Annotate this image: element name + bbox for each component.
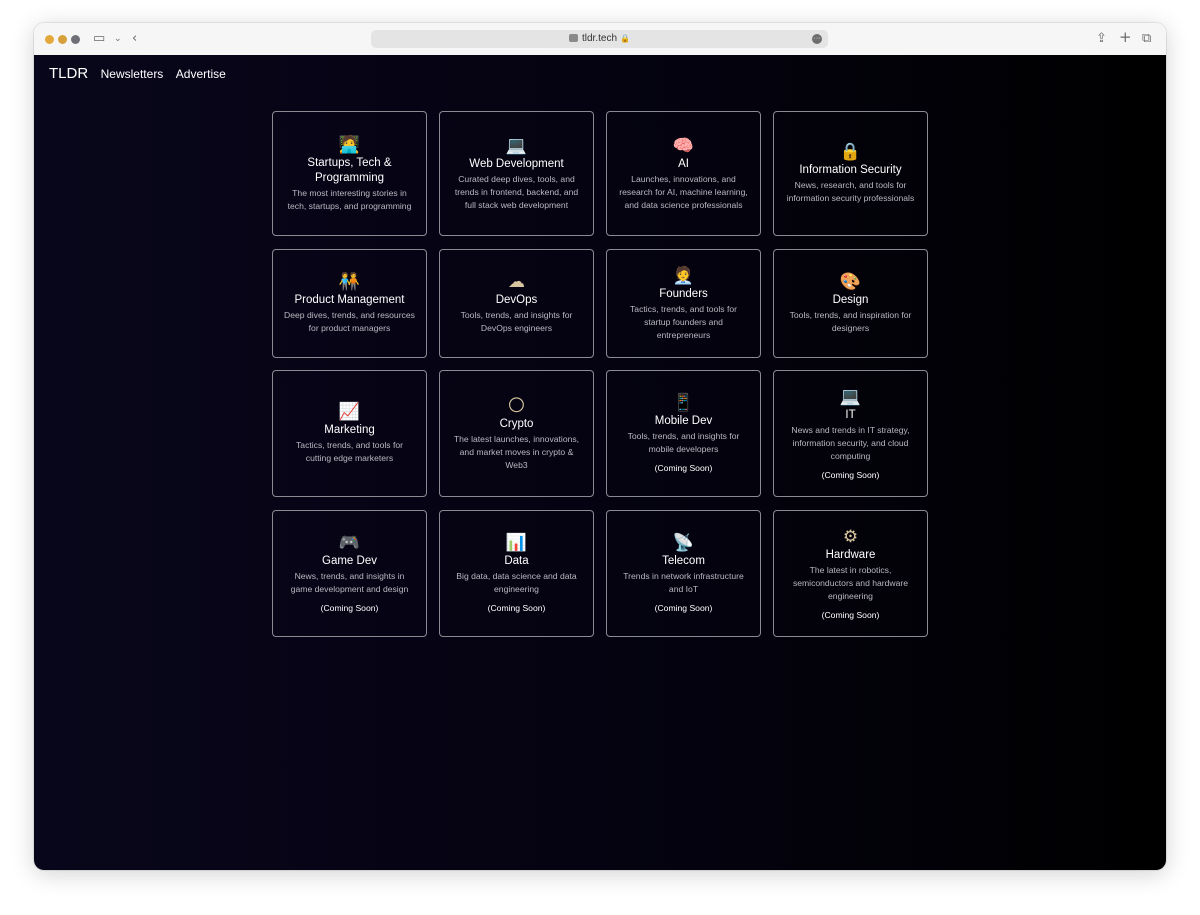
card-title: IT <box>845 408 856 421</box>
newsletter-card-crypto[interactable]: 🌕 Crypto The latest launches, innovation… <box>439 370 594 497</box>
newsletter-card-hardware[interactable]: ⚙ Hardware The latest in robotics, semic… <box>773 510 928 637</box>
card-title: Data <box>504 555 529 567</box>
card-title: Hardware <box>825 548 876 561</box>
site-favicon-icon <box>569 34 578 42</box>
card-description: Deep dives, trends, and resources for pr… <box>284 310 415 333</box>
card-description: The most interesting stories in tech, st… <box>287 187 412 211</box>
card-description: Tactics, trends, and tools for cutting e… <box>296 440 403 463</box>
back-icon[interactable]: ‹ <box>132 31 137 47</box>
nav-link-newsletters[interactable]: Newsletters <box>101 67 164 81</box>
lock-icon: 🔒 <box>620 34 630 43</box>
newsletter-card-infosec[interactable]: 🔒 Information Security News, research, a… <box>773 111 928 236</box>
brain-icon: 🧠 <box>672 135 695 156</box>
newsletter-card-it[interactable]: 💻 IT News and trends in IT strategy, inf… <box>773 370 928 497</box>
card-description: Trends in network infrastructure and IoT <box>623 571 744 594</box>
technologist-icon: 🧑‍💻 <box>338 134 361 155</box>
browser-toolbar: ▭ ⌄ ‹ tldr.tech 🔒 ··· ⇪ + ⧉ <box>34 23 1166 56</box>
card-title: Telecom <box>662 555 705 567</box>
nav-link-advertise[interactable]: Advertise <box>176 67 226 81</box>
url-text: tldr.tech <box>582 33 618 44</box>
card-title: Game Dev <box>322 555 377 567</box>
zoom-window-button[interactable] <box>71 35 80 44</box>
founder-icon: 🧑‍💼 <box>672 265 695 286</box>
browser-window: ▭ ⌄ ‹ tldr.tech 🔒 ··· ⇪ + ⧉ TLDR Newslett… <box>34 23 1166 870</box>
top-nav: TLDR Newsletters Advertise <box>49 65 234 83</box>
card-title: Product Management <box>294 294 405 306</box>
card-description: Tools, trends, and insights for DevOps e… <box>460 310 573 333</box>
card-description: News, trends, and insights in game devel… <box>290 571 409 594</box>
people-icon: 🧑‍🤝‍🧑 <box>338 272 361 292</box>
card-description: News and trends in IT strategy, informat… <box>791 424 910 461</box>
card-title: Marketing <box>324 424 375 436</box>
newsletter-card-telecom[interactable]: 📡 Telecom Trends in network infrastructu… <box>606 510 761 637</box>
page-content: TLDR Newsletters Advertise 🧑‍💻 Startups,… <box>34 55 1166 870</box>
laptop-icon: 💻 <box>505 135 528 156</box>
cloud-icon: ☁ <box>508 272 525 292</box>
newsletter-card-ai[interactable]: 🧠 AI Launches, innovations, and research… <box>606 111 761 236</box>
card-description: Launches, innovations, and research for … <box>619 173 748 210</box>
card-description: Curated deep dives, tools, and trends in… <box>454 173 579 210</box>
card-description: News, research, and tools for informatio… <box>786 180 915 203</box>
card-description: Tactics, trends, and tools for startup f… <box>630 303 737 340</box>
newsletter-card-data[interactable]: 📊 Data Big data, data science and data e… <box>439 510 594 637</box>
card-title: DevOps <box>495 294 538 306</box>
mobile-phone-icon: 📱 <box>672 393 695 413</box>
newsletter-card-marketing[interactable]: 📈 Marketing Tactics, trends, and tools f… <box>272 370 427 497</box>
card-title: Information Security <box>799 164 902 176</box>
coin-icon: 🌕 <box>507 395 526 416</box>
coming-soon-label: (Coming Soon) <box>487 603 546 613</box>
gamepad-icon: 🎮 <box>338 533 361 553</box>
newsletter-card-product-management[interactable]: 🧑‍🤝‍🧑 Product Management Deep dives, tre… <box>272 249 427 358</box>
newsletter-card-game-dev[interactable]: 🎮 Game Dev News, trends, and insights in… <box>272 510 427 637</box>
newsletter-card-startups[interactable]: 🧑‍💻 Startups, Tech & Programming The mos… <box>272 111 427 236</box>
share-icon[interactable]: ⇪ <box>1096 31 1107 47</box>
tab-overview-icon[interactable]: ⧉ <box>1142 31 1151 47</box>
desktop-icon: 💻 <box>839 386 862 407</box>
coming-soon-label: (Coming Soon) <box>654 463 713 473</box>
card-title: Mobile Dev <box>654 415 713 427</box>
coming-soon-label: (Coming Soon) <box>821 469 880 480</box>
card-title: Web Development <box>469 157 564 170</box>
chevron-down-icon[interactable]: ⌄ <box>114 31 122 47</box>
brand-logo[interactable]: TLDR <box>49 65 88 82</box>
satellite-dish-icon: 📡 <box>672 533 695 553</box>
card-description: Tools, trends, and insights for mobile d… <box>627 431 740 454</box>
lock-icon: 🔒 <box>839 142 862 162</box>
card-description: The latest launches, innovations, and ma… <box>453 433 580 470</box>
card-description: Tools, trends, and inspiration for desig… <box>789 310 912 333</box>
newsletter-card-mobile-dev[interactable]: 📱 Mobile Dev Tools, trends, and insights… <box>606 370 761 497</box>
close-window-button[interactable] <box>45 35 54 44</box>
newsletter-card-web-development[interactable]: 💻 Web Development Curated deep dives, to… <box>439 111 594 236</box>
newsletter-card-design[interactable]: 🎨 Design Tools, trends, and inspiration … <box>773 249 928 358</box>
coming-soon-label: (Coming Soon) <box>821 609 880 620</box>
new-tab-icon[interactable]: + <box>1119 29 1132 45</box>
card-title: Startups, Tech & Programming <box>307 156 392 184</box>
coming-soon-label: (Coming Soon) <box>654 603 713 613</box>
coming-soon-label: (Coming Soon) <box>320 603 379 613</box>
address-bar[interactable]: tldr.tech 🔒 ··· <box>371 30 828 48</box>
minimize-window-button[interactable] <box>58 35 67 44</box>
card-title: Design <box>832 294 869 306</box>
card-title: AI <box>678 157 689 170</box>
sidebar-toggle-icon[interactable]: ▭ <box>93 31 105 47</box>
newsletter-card-devops[interactable]: ☁ DevOps Tools, trends, and insights for… <box>439 249 594 358</box>
bar-chart-icon: 📊 <box>505 533 528 553</box>
card-title: Crypto <box>499 417 534 430</box>
newsletter-card-founders[interactable]: 🧑‍💼 Founders Tactics, trends, and tools … <box>606 249 761 358</box>
palette-icon: 🎨 <box>839 272 862 292</box>
card-title: Founders <box>659 287 708 300</box>
more-options-icon[interactable]: ··· <box>812 34 822 44</box>
card-description: Big data, data science and data engineer… <box>456 571 577 594</box>
card-description: The latest in robotics, semiconductors a… <box>792 564 909 601</box>
chart-increasing-icon: 📈 <box>338 402 361 422</box>
gear-icon: ⚙ <box>842 526 859 547</box>
